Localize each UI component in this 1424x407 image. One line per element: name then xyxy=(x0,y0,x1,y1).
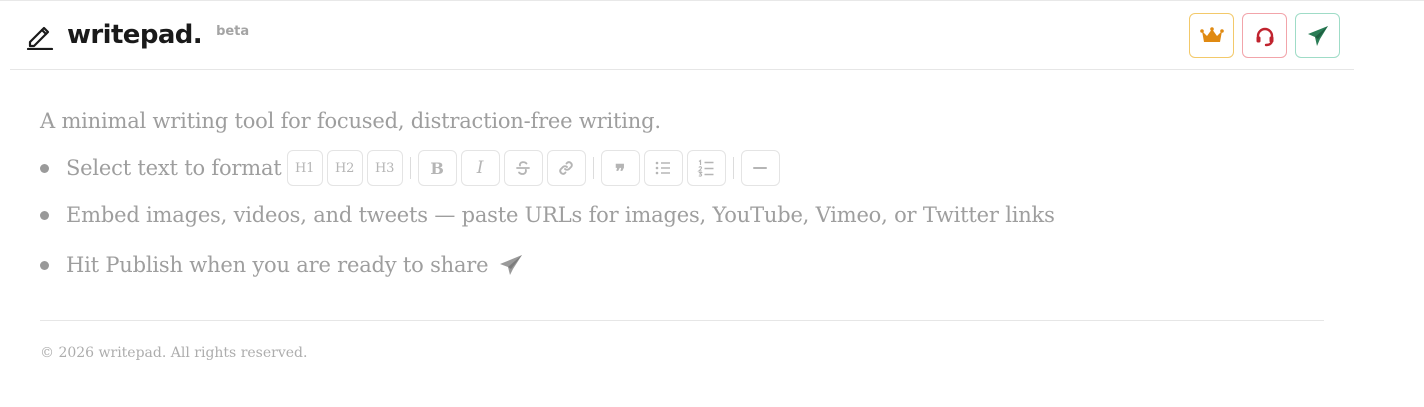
heading2-label: H2 xyxy=(334,160,355,176)
footer-copyright: © 2026 writepad. All rights reserved. xyxy=(40,345,308,361)
heading1-label: H1 xyxy=(294,160,315,176)
pencil-icon xyxy=(26,26,54,50)
publish-button[interactable] xyxy=(1295,13,1340,58)
tip-embed-text: Embed images, videos, and tweets — paste… xyxy=(66,203,1055,227)
strikethrough-icon xyxy=(516,161,530,175)
beta-badge: beta xyxy=(216,24,250,39)
divider-button[interactable] xyxy=(740,150,780,186)
heading2-button[interactable]: H2 xyxy=(326,150,363,186)
quote-label: ❞ xyxy=(615,161,626,183)
toolbar-separator xyxy=(592,157,594,179)
numbered-list-icon xyxy=(697,159,714,177)
blockquote-button[interactable]: ❞ xyxy=(600,150,640,186)
list-item: Hit Publish when you are ready to share xyxy=(40,241,1324,289)
bold-label: B xyxy=(430,158,444,178)
heading3-button[interactable]: H3 xyxy=(366,150,403,186)
toolbar-separator xyxy=(732,157,734,179)
header-actions xyxy=(1189,13,1340,58)
bullet-dot xyxy=(40,261,49,270)
italic-button[interactable]: I xyxy=(460,150,500,186)
crown-icon xyxy=(1199,26,1224,42)
footer-divider xyxy=(40,320,1324,321)
bold-button[interactable]: B xyxy=(417,150,457,186)
app-header: writepad. beta xyxy=(10,1,1354,70)
intro-text: A minimal writing tool for focused, dist… xyxy=(40,109,661,133)
link-icon xyxy=(559,161,573,175)
editor-content[interactable]: A minimal writing tool for focused, dist… xyxy=(40,100,1324,289)
bullet-dot xyxy=(40,164,49,173)
premium-button[interactable] xyxy=(1189,13,1234,58)
format-toolbar: H1 H2 H3 B I ❞ xyxy=(286,150,784,186)
link-button[interactable] xyxy=(546,150,586,186)
tip-format-text: Select text to format xyxy=(66,156,282,180)
list-item: Select text to format H1 H2 H3 B I ❞ xyxy=(40,147,1324,189)
list-item: Embed images, videos, and tweets — paste… xyxy=(40,189,1324,241)
brand[interactable]: writepad. beta xyxy=(26,20,249,50)
support-button[interactable] xyxy=(1242,13,1287,58)
paper-plane-icon xyxy=(1307,25,1328,46)
italic-label: I xyxy=(476,158,484,178)
paper-plane-icon xyxy=(499,254,523,276)
headset-icon xyxy=(1256,27,1273,46)
bullet-dot xyxy=(40,211,49,220)
heading1-button[interactable]: H1 xyxy=(286,150,323,186)
tip-publish-text: Hit Publish when you are ready to share xyxy=(66,253,489,277)
numbered-list-button[interactable] xyxy=(686,150,726,186)
tips-list: Select text to format H1 H2 H3 B I ❞ Emb… xyxy=(40,147,1324,289)
toolbar-separator xyxy=(409,157,411,179)
brand-name: writepad. xyxy=(67,20,203,50)
heading3-label: H3 xyxy=(374,160,395,176)
strikethrough-button[interactable] xyxy=(503,150,543,186)
bullet-list-button[interactable] xyxy=(643,150,683,186)
bullet-list-icon xyxy=(655,161,671,175)
horizontal-rule-icon xyxy=(753,167,768,169)
